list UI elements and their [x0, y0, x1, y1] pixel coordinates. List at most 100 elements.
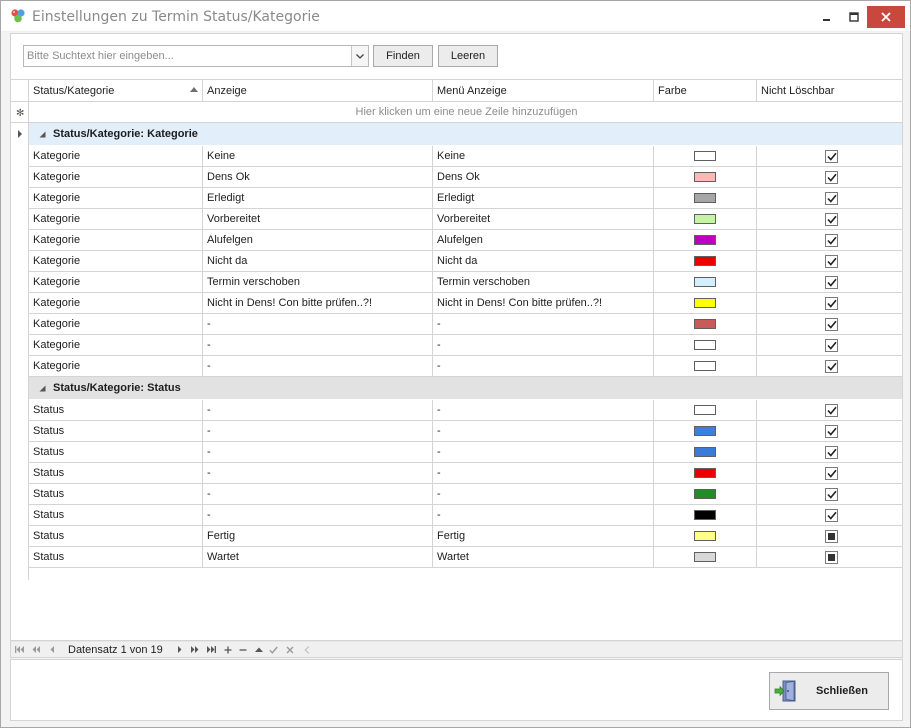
checkbox[interactable] — [825, 150, 838, 163]
cell-kategorie[interactable]: Status — [29, 400, 203, 421]
cell-anzeige[interactable]: - — [203, 314, 433, 335]
cell-menu[interactable]: - — [433, 356, 654, 377]
cell-anzeige[interactable]: Nicht da — [203, 251, 433, 272]
cell-anzeige[interactable]: Fertig — [203, 526, 433, 547]
checkbox[interactable] — [825, 171, 838, 184]
cell-anzeige[interactable]: - — [203, 463, 433, 484]
nav-scroll-left-button[interactable] — [301, 644, 312, 655]
cell-kategorie[interactable]: Kategorie — [29, 230, 203, 251]
cell-farbe[interactable] — [654, 463, 757, 484]
table-row[interactable]: Status - - — [11, 442, 902, 463]
cell-anzeige[interactable]: - — [203, 484, 433, 505]
cell-farbe[interactable] — [654, 526, 757, 547]
cell-farbe[interactable] — [654, 484, 757, 505]
checkbox[interactable] — [825, 467, 838, 480]
group-row[interactable]: Status/Kategorie: Status — [29, 377, 902, 399]
cell-nicht-loeschbar[interactable] — [757, 526, 902, 547]
table-row[interactable]: Kategorie Vorbereitet Vorbereitet — [11, 209, 902, 230]
checkbox[interactable] — [825, 551, 838, 564]
cell-nicht-loeschbar[interactable] — [757, 335, 902, 356]
cell-kategorie[interactable]: Status — [29, 505, 203, 526]
nav-remove-button[interactable] — [237, 644, 248, 655]
checkbox[interactable] — [825, 234, 838, 247]
cell-nicht-loeschbar[interactable] — [757, 209, 902, 230]
table-row[interactable]: Kategorie Nicht da Nicht da — [11, 251, 902, 272]
cell-anzeige[interactable]: - — [203, 335, 433, 356]
cell-farbe[interactable] — [654, 314, 757, 335]
checkbox[interactable] — [825, 425, 838, 438]
cell-farbe[interactable] — [654, 400, 757, 421]
maximize-button[interactable] — [840, 6, 868, 28]
table-row[interactable]: Status - - — [11, 463, 902, 484]
column-header-farbe[interactable]: Farbe — [654, 80, 757, 101]
cell-menu[interactable]: - — [433, 484, 654, 505]
cell-anzeige[interactable]: Keine — [203, 146, 433, 167]
clear-button[interactable]: Leeren — [438, 45, 498, 67]
checkbox[interactable] — [825, 297, 838, 310]
column-header-menu-anzeige[interactable]: Menü Anzeige — [433, 80, 654, 101]
cell-kategorie[interactable]: Status — [29, 484, 203, 505]
cell-nicht-loeschbar[interactable] — [757, 505, 902, 526]
column-header-nicht-loeschbar[interactable]: Nicht Löschbar — [757, 80, 902, 101]
nav-prev-button[interactable] — [47, 644, 58, 655]
column-header-anzeige[interactable]: Anzeige — [203, 80, 433, 101]
nav-prev-page-button[interactable] — [30, 644, 41, 655]
cell-nicht-loeschbar[interactable] — [757, 547, 902, 568]
cell-menu[interactable]: Nicht in Dens! Con bitte prüfen..?! — [433, 293, 654, 314]
collapse-group-icon[interactable] — [39, 385, 46, 392]
cell-nicht-loeschbar[interactable] — [757, 463, 902, 484]
cell-kategorie[interactable]: Status — [29, 442, 203, 463]
cell-farbe[interactable] — [654, 230, 757, 251]
new-row[interactable]: ✻ Hier klicken um eine neue Zeile hinzuz… — [11, 102, 902, 123]
cell-kategorie[interactable]: Kategorie — [29, 209, 203, 230]
cell-anzeige[interactable]: Wartet — [203, 547, 433, 568]
cell-nicht-loeschbar[interactable] — [757, 400, 902, 421]
cell-menu[interactable]: Wartet — [433, 547, 654, 568]
checkbox[interactable] — [825, 446, 838, 459]
cell-kategorie[interactable]: Status — [29, 526, 203, 547]
cell-kategorie[interactable]: Kategorie — [29, 167, 203, 188]
cell-farbe[interactable] — [654, 272, 757, 293]
table-row[interactable]: Status - - — [11, 484, 902, 505]
cell-menu[interactable]: - — [433, 463, 654, 484]
table-row[interactable]: Status Wartet Wartet — [11, 547, 902, 568]
cell-nicht-loeschbar[interactable] — [757, 251, 902, 272]
cell-menu[interactable]: Dens Ok — [433, 167, 654, 188]
cell-menu[interactable]: Erledigt — [433, 188, 654, 209]
cell-menu[interactable]: Alufelgen — [433, 230, 654, 251]
cell-farbe[interactable] — [654, 188, 757, 209]
nav-append-button[interactable] — [222, 644, 233, 655]
cell-anzeige[interactable]: - — [203, 442, 433, 463]
table-row[interactable]: Kategorie Nicht in Dens! Con bitte prüfen… — [11, 293, 902, 314]
cell-menu[interactable]: - — [433, 400, 654, 421]
cell-anzeige[interactable]: Termin verschoben — [203, 272, 433, 293]
cell-farbe[interactable] — [654, 293, 757, 314]
table-row[interactable]: Kategorie Erledigt Erledigt — [11, 188, 902, 209]
cell-anzeige[interactable]: Nicht in Dens! Con bitte prüfen..?! — [203, 293, 433, 314]
cell-farbe[interactable] — [654, 209, 757, 230]
cell-kategorie[interactable]: Kategorie — [29, 335, 203, 356]
cell-kategorie[interactable]: Kategorie — [29, 356, 203, 377]
checkbox[interactable] — [825, 360, 838, 373]
cell-kategorie[interactable]: Kategorie — [29, 251, 203, 272]
cell-anzeige[interactable]: Alufelgen — [203, 230, 433, 251]
table-row[interactable]: Kategorie - - — [11, 314, 902, 335]
cell-nicht-loeschbar[interactable] — [757, 421, 902, 442]
cell-anzeige[interactable]: Dens Ok — [203, 167, 433, 188]
checkbox[interactable] — [825, 339, 838, 352]
cell-nicht-loeschbar[interactable] — [757, 167, 902, 188]
checkbox[interactable] — [825, 488, 838, 501]
cell-menu[interactable]: - — [433, 442, 654, 463]
window-close-button[interactable] — [867, 6, 905, 28]
checkbox[interactable] — [825, 530, 838, 543]
nav-edit-button[interactable] — [253, 644, 264, 655]
table-row[interactable]: Kategorie Keine Keine — [11, 146, 902, 167]
minimize-button[interactable] — [813, 6, 841, 28]
find-button[interactable]: Finden — [373, 45, 433, 67]
cell-menu[interactable]: Termin verschoben — [433, 272, 654, 293]
search-input[interactable] — [24, 46, 351, 66]
cell-nicht-loeschbar[interactable] — [757, 442, 902, 463]
table-row[interactable]: Kategorie - - — [11, 356, 902, 377]
cell-anzeige[interactable]: Erledigt — [203, 188, 433, 209]
cell-nicht-loeschbar[interactable] — [757, 314, 902, 335]
